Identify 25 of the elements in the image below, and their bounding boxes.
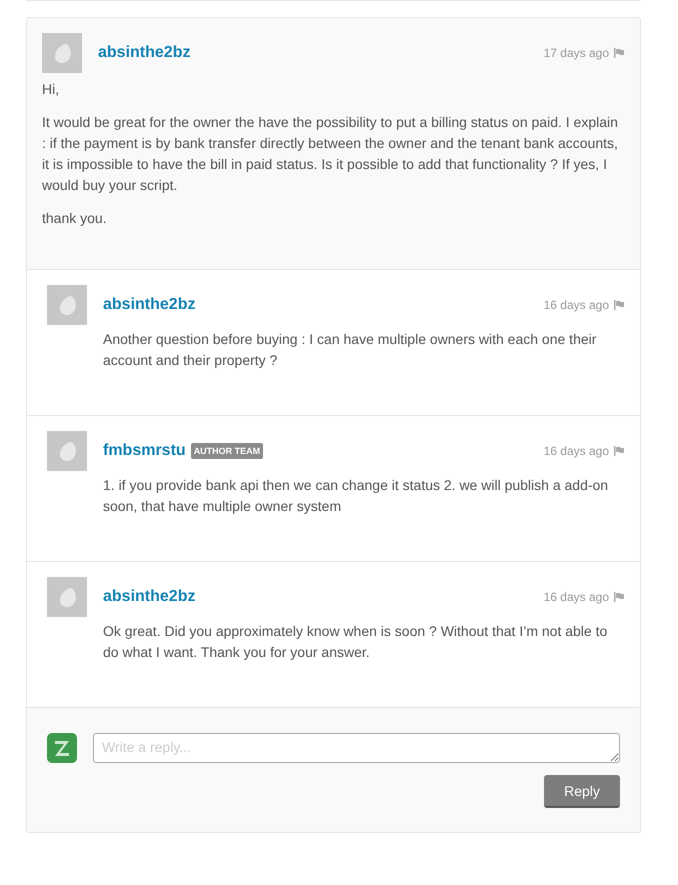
comment-text: Hi, bbox=[42, 80, 60, 99]
username[interactable]: fmbsmrstu bbox=[103, 442, 186, 460]
user-logo-icon bbox=[47, 733, 77, 763]
avatar-icon bbox=[47, 285, 87, 325]
reply-text: Another question before buying : I can have multiple owners with each one their account and their property ? bbox=[103, 330, 598, 370]
timestamp: 16 days ago bbox=[544, 444, 609, 458]
flag-icon[interactable] bbox=[613, 591, 625, 603]
comment-text: It would be great for the owner the have the possibility to put a billing status on paid. I explain : if the payment is by bank transfer directly between the owner and the tenant bank accounts, it is impossible to have the bill in paid status. Is it possible to add that functionality ? If yes, I would buy your script. bbox=[42, 113, 619, 195]
username[interactable]: absinthe2bz bbox=[103, 588, 196, 606]
reply-text: Ok great. Did you approximately know when is soon ? Without that I’m not able to do what I want. Thank you for your answer. bbox=[103, 622, 608, 662]
author-badge: AUTHOR TEAM bbox=[190, 443, 264, 459]
comment-text: thank you. bbox=[42, 209, 108, 228]
username[interactable]: absinthe2bz bbox=[103, 296, 196, 314]
timestamp: 17 days ago bbox=[544, 46, 609, 60]
reply-text: 1. if you provide bank api then we can change it status 2. we will publish a add-on soon, that have multiple owner system bbox=[103, 476, 610, 516]
flag-icon[interactable] bbox=[613, 47, 625, 59]
timestamp: 16 days ago bbox=[544, 590, 609, 604]
avatar-icon bbox=[42, 33, 82, 73]
flag-icon[interactable] bbox=[613, 445, 625, 457]
avatar-icon bbox=[47, 577, 87, 617]
avatar-icon bbox=[47, 431, 87, 471]
username[interactable]: absinthe2bz bbox=[98, 44, 190, 62]
reply-button[interactable]: Reply bbox=[544, 775, 620, 808]
timestamp: 16 days ago bbox=[544, 298, 609, 312]
flag-icon[interactable] bbox=[613, 299, 625, 311]
